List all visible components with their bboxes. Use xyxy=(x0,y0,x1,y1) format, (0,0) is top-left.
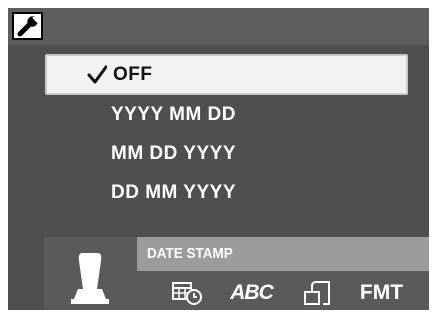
rotate-icon xyxy=(303,281,330,305)
camera-setup-screen: OFF YYYY MM DD MM DD YYYY DD MM YYYY DAT… xyxy=(8,8,429,310)
date-format-menu: OFF YYYY MM DD MM DD YYYY DD MM YYYY xyxy=(45,54,408,212)
current-setting-bar: DATE STAMP xyxy=(137,237,429,271)
wrench-icon xyxy=(17,16,40,37)
current-setting-label: DATE STAMP xyxy=(147,245,233,262)
tab-text[interactable]: ABC xyxy=(219,279,284,307)
checkmark-icon xyxy=(87,65,107,84)
setup-tab[interactable] xyxy=(12,12,43,40)
menu-item-label: MM DD YYYY xyxy=(111,143,237,164)
format-icon: FMT xyxy=(359,281,404,304)
tab-format[interactable]: FMT xyxy=(349,279,414,307)
dock-tabs: ABC FMT xyxy=(154,279,414,307)
tab-date-time[interactable] xyxy=(154,279,219,307)
menu-item-off[interactable]: OFF xyxy=(45,54,408,95)
calendar-clock-icon xyxy=(171,282,202,305)
menu-item-label: YYYY MM DD xyxy=(111,104,237,125)
abc-text-icon: ABC xyxy=(230,281,273,304)
menu-item-label: OFF xyxy=(113,64,153,85)
bottom-dock: DATE STAMP ABC FMT xyxy=(44,237,429,310)
date-stamp-icon xyxy=(71,253,109,304)
menu-item-mm-dd-yyyy[interactable]: MM DD YYYY xyxy=(45,134,408,173)
menu-item-label: DD MM YYYY xyxy=(111,182,237,203)
header-strip xyxy=(8,8,429,45)
tab-rotate[interactable] xyxy=(284,279,349,307)
menu-item-yyyy-mm-dd[interactable]: YYYY MM DD xyxy=(45,95,408,134)
menu-item-dd-mm-yyyy[interactable]: DD MM YYYY xyxy=(45,173,408,212)
